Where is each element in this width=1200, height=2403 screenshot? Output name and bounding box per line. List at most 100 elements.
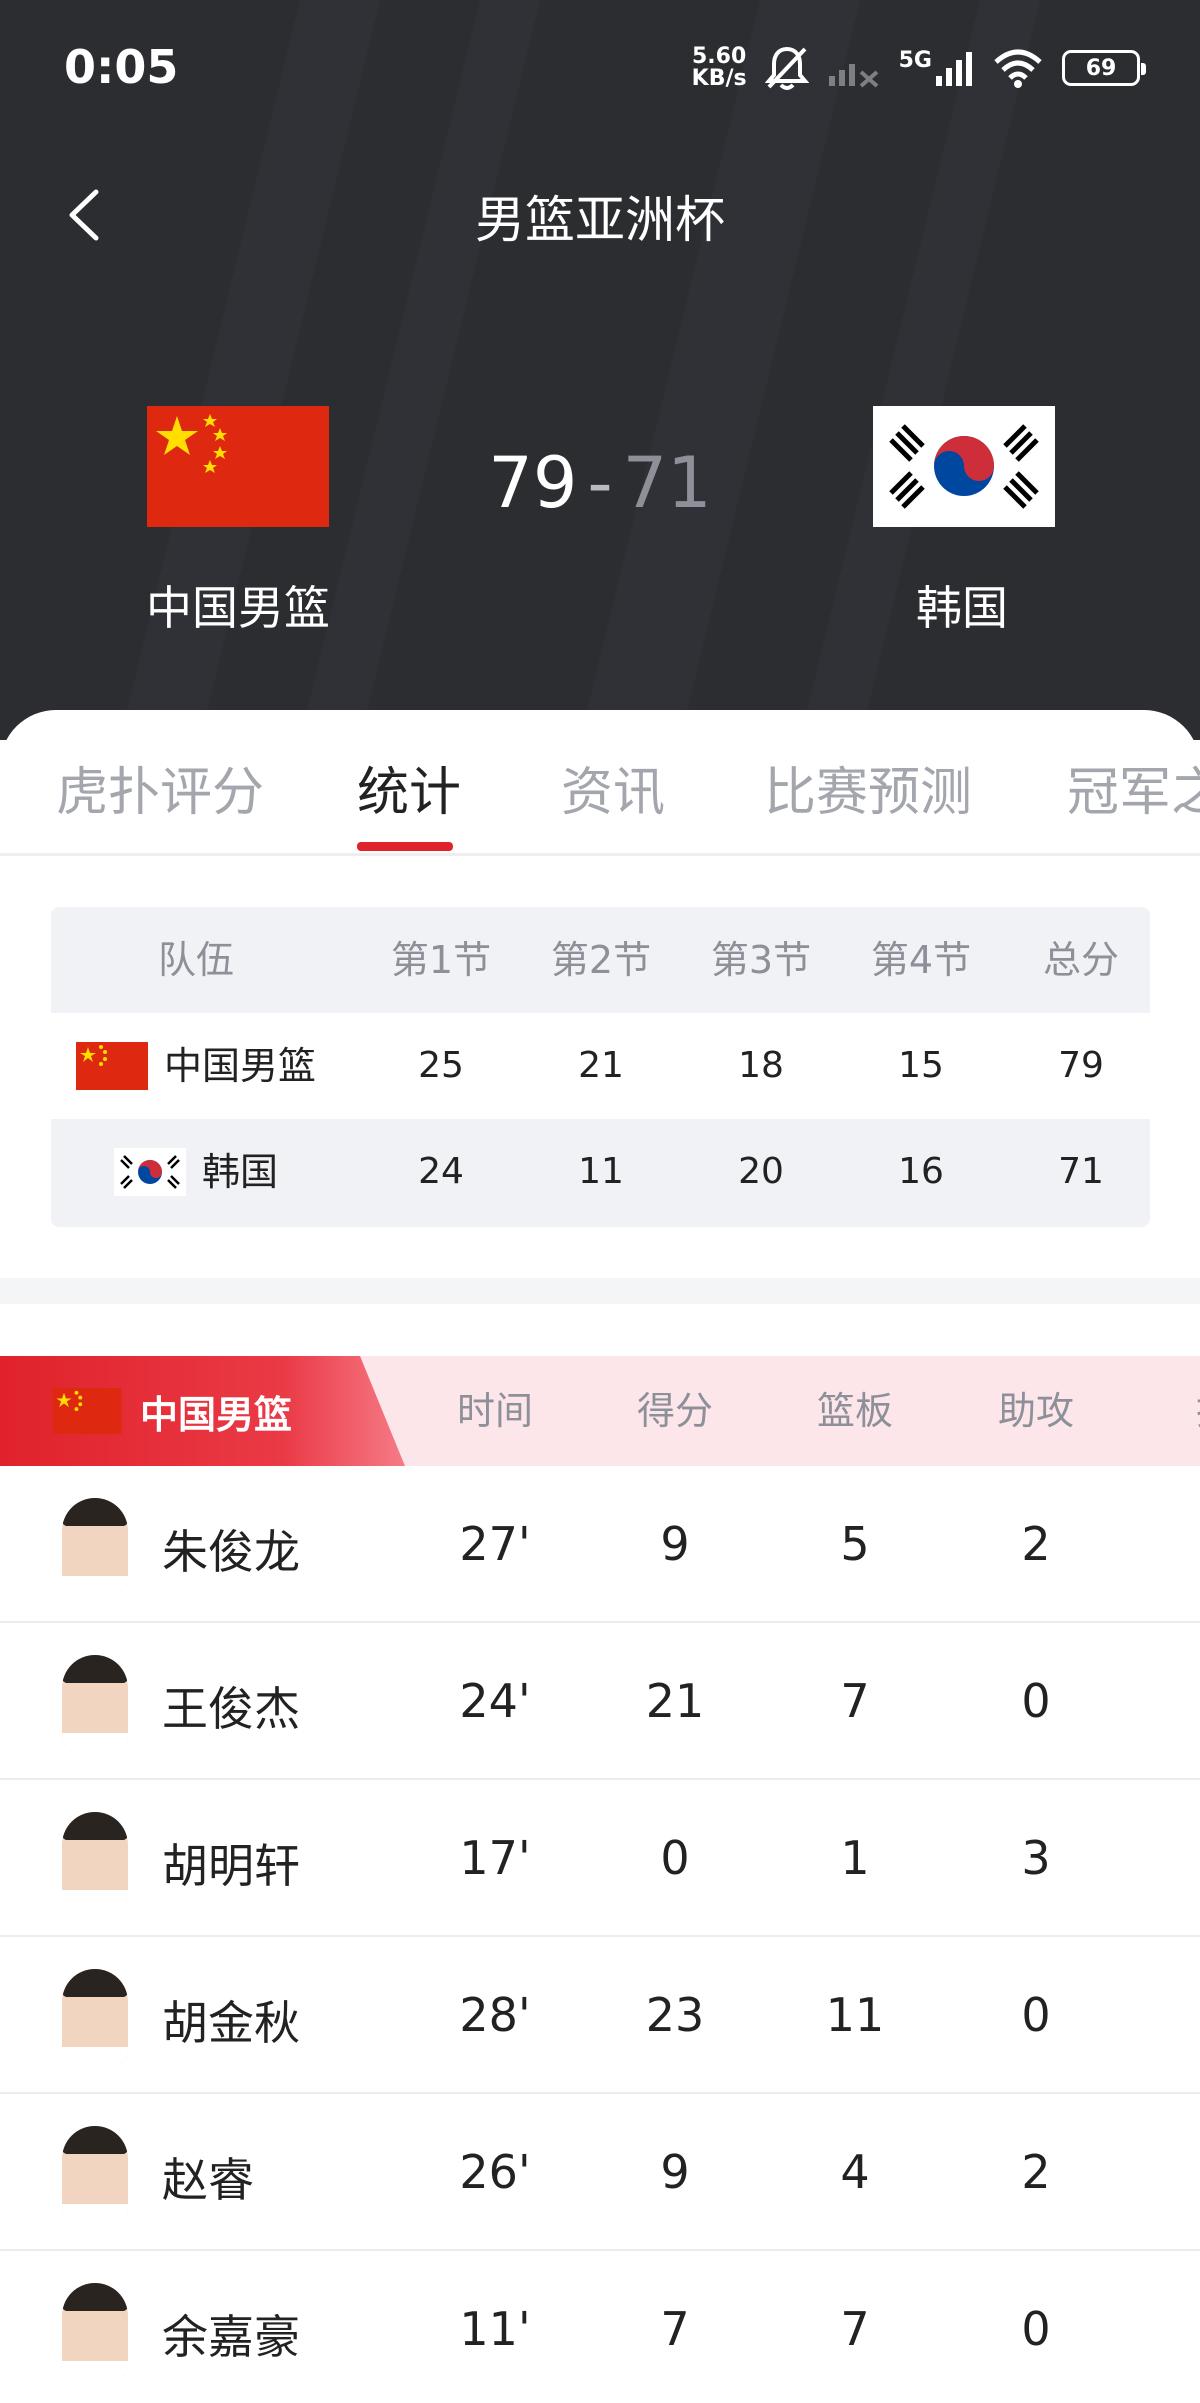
china-flag-icon [52,1388,122,1434]
signal-5g: 5G [899,48,974,88]
stat-rebounds: 5 [840,1517,870,1571]
q1-score: 25 [418,1045,464,1086]
stat-rebounds: 11 [825,1988,885,2042]
table-row: 韩国 24 11 20 16 71 [51,1119,1150,1225]
stat-rebounds: 7 [840,2302,870,2356]
tab-ratings[interactable]: 虎扑评分 [56,750,264,825]
player-name: 王俊杰 [162,1682,300,1736]
stat-time: 26' [459,2145,531,2199]
player-row[interactable]: 胡金秋 28' 23 11 0 1 [0,1937,1200,2094]
header-q2: 第2节 [550,938,652,982]
player-name: 胡明轩 [162,1839,300,1893]
stat-extra: 1 [1145,1466,1200,1623]
player-row[interactable]: 余嘉豪 11' 7 7 0 1 [0,2251,1200,2403]
team-name: 中国男篮 [163,1044,316,1088]
stat-time: 17' [459,1831,531,1885]
q3-score: 18 [738,1045,784,1086]
team-cell: 韩国 [51,1119,341,1225]
wifi-icon [994,49,1042,88]
stat-rebounds: 7 [840,1674,870,1728]
stat-extra: 1 [1145,2251,1200,2403]
player-name: 余嘉豪 [162,2310,300,2364]
home-score: 79 [488,442,578,524]
status-time: 0:05 [64,40,179,94]
stat-time: 27' [459,1517,531,1571]
team-selector-label: 中国男篮 [140,1392,293,1437]
stat-time: 24' [459,1674,531,1728]
stat-extra: 0 [1145,1780,1200,1937]
stat-points: 9 [660,1517,690,1571]
battery-indicator: 69 [1062,50,1146,86]
player-avatar [62,1498,128,1594]
column-assists: 助攻 [997,1389,1074,1433]
player-avatar [62,1812,128,1908]
header-q4: 第4节 [870,938,972,982]
player-name: 赵睿 [162,2153,254,2207]
stat-assists: 3 [1021,1831,1051,1885]
network-speed: 5.60 KB/s [692,46,747,90]
stat-rebounds: 4 [840,2145,870,2199]
status-icons: 5.60 KB/s 5G 69 [692,38,1146,98]
match-header: 0:05 5.60 KB/s 5G 69 男篮亚洲杯 中国男篮 韩国 79 - … [0,0,1200,740]
column-rebounds: 篮板 [816,1389,893,1433]
player-row[interactable]: 胡明轩 17' 0 1 3 0 [0,1780,1200,1937]
stat-assists: 2 [1021,2145,1051,2199]
stat-extra: 9 [1145,1623,1200,1780]
team-cell: 中国男篮 [51,1013,341,1119]
home-team-name: 中国男篮 [146,581,330,635]
q2-score: 11 [578,1151,624,1192]
column-time: 时间 [456,1389,533,1433]
table-row: 中国男篮 25 21 18 15 79 [51,1013,1150,1119]
tab-news[interactable]: 资讯 [561,750,665,825]
stat-points: 21 [645,1674,705,1728]
signal-sim1-icon [828,64,878,88]
stat-time: 28' [459,1988,531,2042]
content-card: 虎扑评分 统计 资讯 比赛预测 冠军之 队伍 第1节 第2节 第3节 第4节 总… [0,710,1200,2403]
stat-points: 23 [645,1988,705,2042]
player-row[interactable]: 朱俊龙 27' 9 5 2 1 [0,1466,1200,1623]
active-tab-indicator [357,842,453,851]
player-avatar [62,2126,128,2222]
tab-bar: 虎扑评分 统计 资讯 比赛预测 冠军之 [0,710,1200,856]
team-selector[interactable]: 中国男篮 [0,1356,405,1466]
player-name: 胡金秋 [162,1996,300,2050]
stat-points: 9 [660,2145,690,2199]
stat-assists: 0 [1021,1674,1051,1728]
stat-rebounds: 1 [840,1831,870,1885]
tab-prediction[interactable]: 比赛预测 [764,750,972,825]
q4-score: 16 [898,1151,944,1192]
header-q3: 第3节 [710,938,812,982]
away-team-name: 韩国 [916,581,1008,635]
player-avatar [62,1655,128,1751]
stat-assists: 2 [1021,1517,1051,1571]
player-row[interactable]: 王俊杰 24' 21 7 0 9 [0,1623,1200,1780]
q4-score: 15 [898,1045,944,1086]
q2-score: 21 [578,1045,624,1086]
korea-flag-icon [113,1148,186,1196]
section-divider [0,1278,1200,1304]
header-team: 队伍 [157,938,234,982]
stat-assists: 0 [1021,1988,1051,2042]
column-points: 得分 [636,1389,713,1433]
tab-stats[interactable]: 统计 [357,750,461,825]
player-avatar [62,2283,128,2379]
network-type: 5G [898,48,932,73]
stat-assists: 0 [1021,2302,1051,2356]
player-stats-header: 中国男篮 时间 得分 篮板 助攻 抢 [0,1356,1200,1466]
player-name: 朱俊龙 [162,1525,300,1579]
score-separator: - [587,442,613,524]
signal-sim2-icon [936,52,972,86]
stat-points: 7 [660,2302,690,2356]
header-total: 总分 [1042,938,1119,982]
tab-champion[interactable]: 冠军之 [1067,750,1200,825]
total-score: 71 [1058,1151,1104,1192]
column-steals: 抢 [1145,1356,1200,1466]
total-score: 79 [1058,1045,1104,1086]
quarter-table-header: 队伍 第1节 第2节 第3节 第4节 总分 [51,907,1150,1013]
player-row[interactable]: 赵睿 26' 9 4 2 3 [0,2094,1200,2251]
bell-muted-icon [764,46,809,90]
stat-time: 11' [459,2302,531,2356]
header-q1: 第1节 [390,938,492,982]
quarter-score-table: 队伍 第1节 第2节 第3节 第4节 总分 中国男篮 25 21 18 15 7… [51,907,1150,1227]
china-flag-icon [75,1042,148,1090]
